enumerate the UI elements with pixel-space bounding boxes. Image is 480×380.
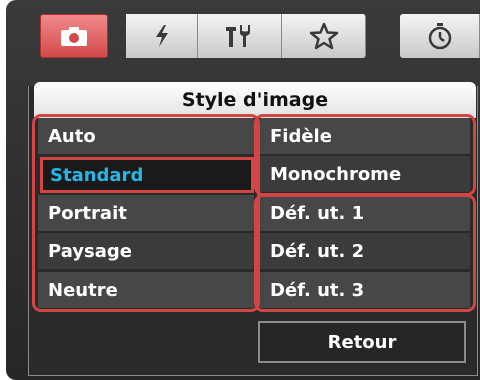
style-option-auto[interactable]: Auto xyxy=(38,118,254,154)
style-option-standard[interactable]: Standard xyxy=(40,157,254,193)
tab-setup[interactable] xyxy=(198,14,282,58)
style-option-user-def-2[interactable]: Déf. ut. 2 xyxy=(260,233,470,269)
page-title: Style d'image xyxy=(34,82,476,118)
style-option-paysage[interactable]: Paysage xyxy=(38,233,254,269)
star-icon xyxy=(309,22,339,50)
flash-icon xyxy=(153,24,171,48)
style-option-fidele[interactable]: Fidèle xyxy=(260,118,470,154)
tab-timer[interactable] xyxy=(400,14,480,58)
tab-flash[interactable] xyxy=(126,14,198,58)
camera-icon xyxy=(59,25,89,47)
style-option-neutre[interactable]: Neutre xyxy=(38,272,254,308)
style-option-portrait[interactable]: Portrait xyxy=(38,195,254,231)
menu-tab-bar xyxy=(0,0,480,80)
timer-icon xyxy=(427,22,453,50)
style-option-monochrome[interactable]: Monochrome xyxy=(260,156,470,192)
style-option-user-def-1[interactable]: Déf. ut. 1 xyxy=(260,195,470,231)
style-option-user-def-3[interactable]: Déf. ut. 3 xyxy=(260,272,470,308)
tab-my-menu[interactable] xyxy=(282,14,366,58)
back-button[interactable]: Retour xyxy=(258,321,466,363)
tools-icon xyxy=(222,23,258,49)
tab-shooting[interactable] xyxy=(40,14,108,58)
